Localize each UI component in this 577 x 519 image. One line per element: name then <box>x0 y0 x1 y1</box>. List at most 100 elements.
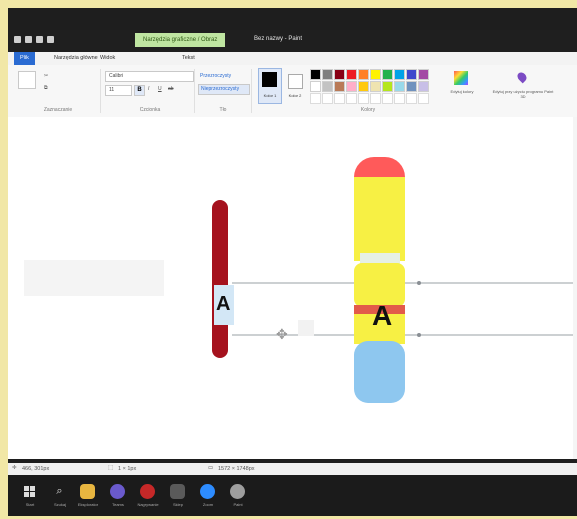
big-chromosome[interactable] <box>354 157 405 403</box>
colour-swatch[interactable] <box>358 69 369 80</box>
paint-taskbar-icon[interactable] <box>230 484 245 499</box>
empty-colour-slot[interactable] <box>394 93 405 104</box>
faded-selection <box>24 260 164 296</box>
zoom-icon[interactable] <box>200 484 215 499</box>
colour-swatch[interactable] <box>346 69 357 80</box>
file-explorer-icon[interactable] <box>80 484 95 499</box>
guide-handle[interactable] <box>417 333 421 337</box>
colour1-label: Kolor 1 <box>263 93 277 98</box>
small-chromosome-label: A <box>216 293 231 315</box>
window-title: Bez nazwy - Paint <box>254 36 303 42</box>
vertical-scrollbar[interactable] <box>573 117 577 459</box>
colour-swatch[interactable] <box>382 81 393 92</box>
colour-swatch[interactable] <box>310 69 321 80</box>
ribbon-separator <box>251 69 252 113</box>
edit-colours-label[interactable]: Edytuj kolory <box>442 89 482 94</box>
tab-file[interactable]: Plik <box>14 52 35 65</box>
drawing-canvas[interactable]: ✥ A A <box>8 117 577 459</box>
tab-text[interactable]: Tekst <box>176 52 201 65</box>
paste-button[interactable] <box>18 71 36 89</box>
taskbar-label: Start <box>25 502 35 507</box>
cursor-position: 466, 301px <box>22 466 50 472</box>
colour-swatch[interactable] <box>358 81 369 92</box>
edit-colours-icon[interactable] <box>454 71 468 85</box>
empty-colour-slot[interactable] <box>310 93 321 104</box>
italic-button[interactable]: I <box>148 86 149 92</box>
colour1-swatch <box>262 72 277 87</box>
underline-button[interactable]: U <box>158 86 162 92</box>
colour-swatch[interactable] <box>334 81 345 92</box>
big-chromosome-label: A <box>372 300 393 331</box>
selection-size-icon: ⬚ <box>108 465 114 471</box>
colour-swatch[interactable] <box>370 69 381 80</box>
app-window: Narzędzia graficzne / Obraz Bez nazwy - … <box>8 8 577 516</box>
empty-colour-slot[interactable] <box>406 93 417 104</box>
colour2-button[interactable]: Kolor 2 <box>284 68 306 104</box>
colour-swatch[interactable] <box>406 69 417 80</box>
empty-colour-slot[interactable] <box>358 93 369 104</box>
taskbar-label: Teams <box>112 502 124 507</box>
cut-icon[interactable]: ✂ <box>44 73 48 79</box>
canvas-drawing: ✥ <box>24 157 577 403</box>
colour-swatch[interactable] <box>334 69 345 80</box>
font-family-select[interactable]: Calibri <box>105 71 194 82</box>
empty-colour-slot[interactable] <box>382 93 393 104</box>
selection-size: 1 × 1px <box>118 466 137 472</box>
image-size: 1572 × 1748px <box>218 466 255 472</box>
colour-swatch[interactable] <box>310 81 321 92</box>
empty-colour-slot[interactable] <box>418 93 429 104</box>
image-size-icon: ▭ <box>208 465 214 471</box>
opaque-option[interactable]: Nieprzezroczysty <box>198 84 250 95</box>
transparent-option[interactable]: Przezroczysty <box>200 73 231 79</box>
colour-swatch[interactable] <box>322 69 333 80</box>
group-label-colours: Kolory <box>360 107 376 113</box>
paint3d-icon[interactable] <box>515 70 529 84</box>
taskbar-label: Paint <box>233 502 243 507</box>
empty-colour-slot[interactable] <box>370 93 381 104</box>
colour2-label: Kolor 2 <box>288 93 302 98</box>
context-tab[interactable]: Narzędzia graficzne / Obraz <box>135 33 226 47</box>
save-icon[interactable] <box>25 36 32 43</box>
guide-handle[interactable] <box>417 281 421 285</box>
colour-swatch[interactable] <box>418 81 429 92</box>
big-chromosome-upper-arm <box>354 177 405 261</box>
search-icon[interactable]: ⌕ <box>52 484 67 499</box>
big-chromosome-blue-end <box>354 341 405 403</box>
strikethrough-button[interactable]: ab <box>168 86 174 92</box>
copy-icon[interactable]: ⧉ <box>44 85 48 91</box>
group-label-font: Czcionka <box>139 107 161 113</box>
colour-swatch[interactable] <box>322 81 333 92</box>
paint3d-label[interactable]: Edytuj przy użyciu programu Paint 3D <box>490 89 556 99</box>
empty-colour-slot[interactable] <box>334 93 345 104</box>
move-cursor-icon: ✥ <box>276 327 288 343</box>
colour1-button[interactable]: Kolor 1 <box>258 68 282 104</box>
status-bar: ✛ 466, 301px ⬚ 1 × 1px ▭ 1572 × 1748px <box>8 463 577 475</box>
record-icon[interactable] <box>140 484 155 499</box>
start-button[interactable] <box>22 484 37 499</box>
font-size-select[interactable]: 11 <box>105 85 132 96</box>
group-label-background: Tło <box>219 107 227 113</box>
colour-swatch[interactable] <box>394 69 405 80</box>
group-label-select: Zaznaczanie <box>43 107 73 113</box>
taskbar-label: Szukaj <box>53 502 66 507</box>
store-icon[interactable] <box>170 484 185 499</box>
teams-icon[interactable] <box>110 484 125 499</box>
colour-swatch[interactable] <box>382 69 393 80</box>
colour-swatch[interactable] <box>394 81 405 92</box>
colour-swatch[interactable] <box>346 81 357 92</box>
paint-app-icon <box>14 36 21 43</box>
redo-icon[interactable] <box>47 36 54 43</box>
colour-swatch[interactable] <box>418 69 429 80</box>
undo-icon[interactable] <box>36 36 43 43</box>
empty-colour-slot[interactable] <box>322 93 333 104</box>
small-chromosome[interactable] <box>212 200 228 358</box>
ribbon-separator <box>194 69 195 113</box>
tab-view[interactable]: Widok <box>94 52 121 65</box>
ribbon-separator <box>100 69 101 113</box>
bold-button[interactable]: B <box>134 85 145 96</box>
empty-colour-slot[interactable] <box>346 93 357 104</box>
taskbar-label: Eksplorator <box>77 502 99 507</box>
taskbar-label: Sklep <box>172 502 183 507</box>
colour-swatch[interactable] <box>370 81 381 92</box>
colour-swatch[interactable] <box>406 81 417 92</box>
